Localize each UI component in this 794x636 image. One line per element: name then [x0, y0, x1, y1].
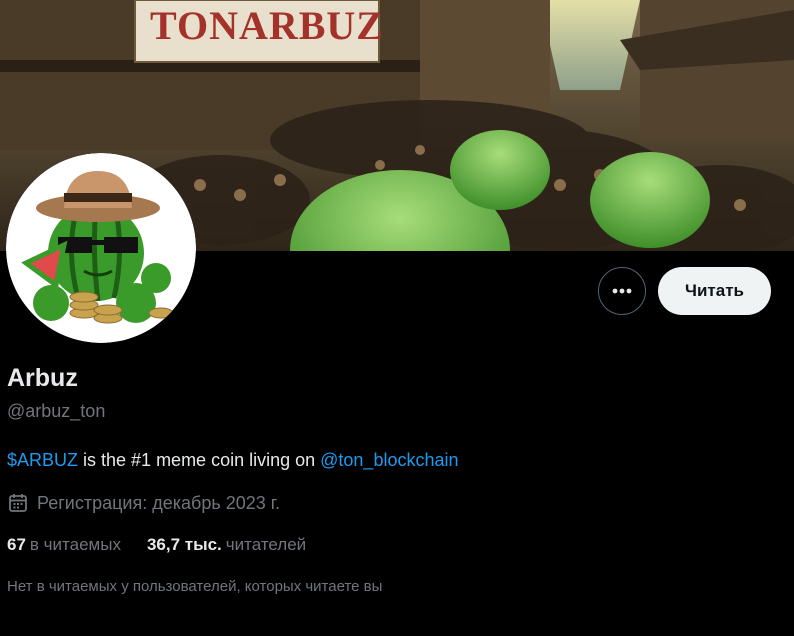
following-label: в читаемых — [29, 535, 121, 554]
followers-label: читателей — [225, 535, 307, 554]
followers-count: 36,7 тыс. — [146, 535, 222, 554]
join-date: Регистрация: декабрь 2023 г. — [7, 492, 280, 514]
following-link[interactable]: 67 в читаемых — [7, 535, 121, 555]
followers-link[interactable]: 36,7 тыс. читателей — [147, 535, 306, 555]
profile-page: TONARBUZ Читать Arbuz @arbuz_ton $ARBUZ … — [0, 0, 794, 636]
banner-sign-text: TONARBUZ — [150, 3, 384, 48]
following-count: 67 — [7, 535, 26, 554]
follow-button[interactable]: Читать — [658, 267, 771, 315]
profile-bio: $ARBUZ is the #1 meme coin living on @to… — [7, 450, 459, 471]
more-options-button[interactable] — [598, 267, 646, 315]
mention-link[interactable]: @ton_blockchain — [320, 450, 458, 470]
calendar-icon — [9, 494, 27, 512]
watermelon-mascot-icon — [6, 153, 196, 343]
user-handle: @arbuz_ton — [7, 401, 106, 421]
join-date-text: Регистрация: декабрь 2023 г. — [37, 492, 281, 513]
profile-avatar[interactable] — [6, 153, 196, 343]
followers-you-know-note: Нет в читаемых у пользователей, которых … — [7, 578, 383, 595]
follow-stats: 67 в читаемых 36,7 тыс. читателей — [7, 535, 306, 555]
display-name: Arbuz — [7, 364, 78, 392]
more-horizontal-icon — [612, 288, 632, 294]
bio-text: is the #1 meme coin living on — [78, 450, 321, 470]
cashtag-link[interactable]: $ARBUZ — [7, 450, 78, 470]
